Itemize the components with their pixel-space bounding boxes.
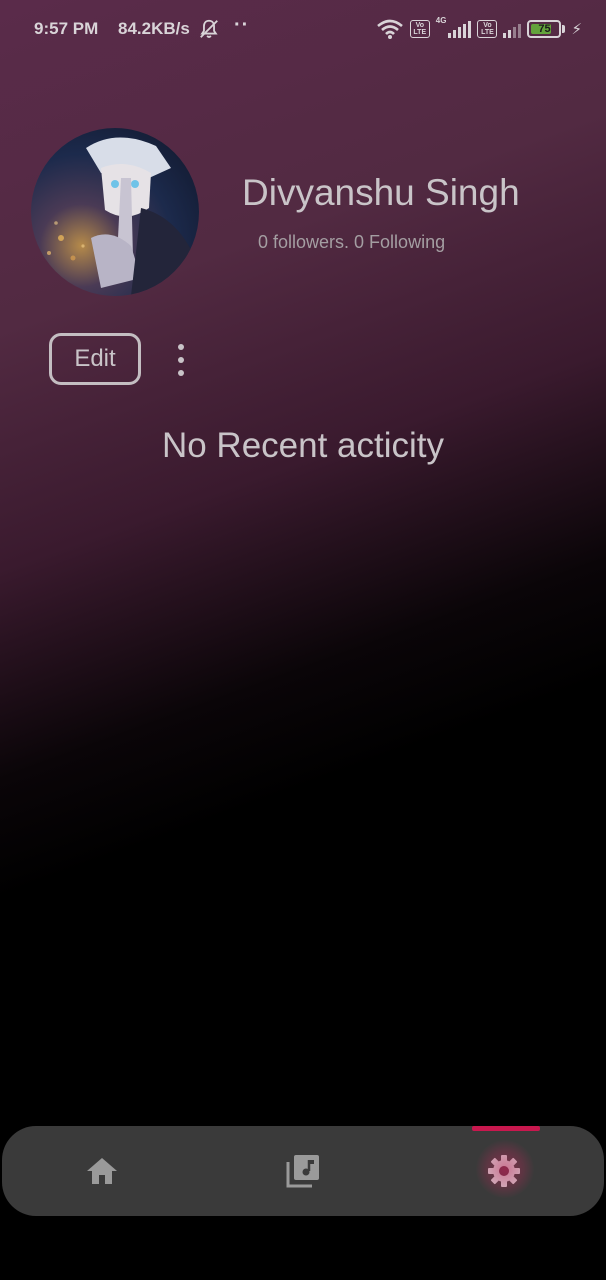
- avatar-image: [47, 137, 199, 296]
- volte-icon-2: Vo LTE: [477, 20, 498, 38]
- charging-icon: ⚡: [571, 21, 582, 38]
- signal-icon-2: [503, 20, 522, 38]
- wifi-icon: [376, 19, 403, 39]
- settings-active-glow: [476, 1140, 534, 1198]
- status-time: 9:57 PM: [34, 19, 99, 38]
- more-vertical-icon[interactable]: [170, 344, 192, 376]
- edit-profile-button[interactable]: Edit: [49, 333, 141, 385]
- follow-stats[interactable]: 0 followers. 0 Following: [258, 232, 445, 253]
- empty-activity-message: No Recent acticity: [161, 426, 445, 465]
- home-icon: [87, 1158, 117, 1184]
- nav-home[interactable]: [42, 1126, 162, 1216]
- avatar[interactable]: [31, 128, 199, 296]
- battery-level: 75: [538, 23, 551, 35]
- volte-icon: Vo LTE: [409, 20, 430, 38]
- network-type-label: 4G: [435, 16, 447, 25]
- status-dots: ··: [234, 14, 250, 36]
- battery-tip: [562, 25, 566, 33]
- signal-icon: [448, 20, 472, 38]
- status-network-speed: 84.2KB/s: [118, 19, 190, 38]
- music-library-icon: [286, 1155, 319, 1188]
- status-bar: 9:57 PM 84.2KB/s ·· Vo LTE 4G Vo LTE 75 …: [0, 0, 606, 60]
- battery-icon: 75: [527, 20, 562, 38]
- bell-off-icon: [200, 19, 218, 38]
- status-right-icons: Vo LTE 4G Vo LTE 75 ⚡: [376, 16, 582, 42]
- profile-screen: 9:57 PM 84.2KB/s ·· Vo LTE 4G Vo LTE 75 …: [0, 0, 606, 1280]
- profile-name: Divyanshu Singh: [242, 172, 520, 213]
- nav-library[interactable]: [243, 1126, 363, 1216]
